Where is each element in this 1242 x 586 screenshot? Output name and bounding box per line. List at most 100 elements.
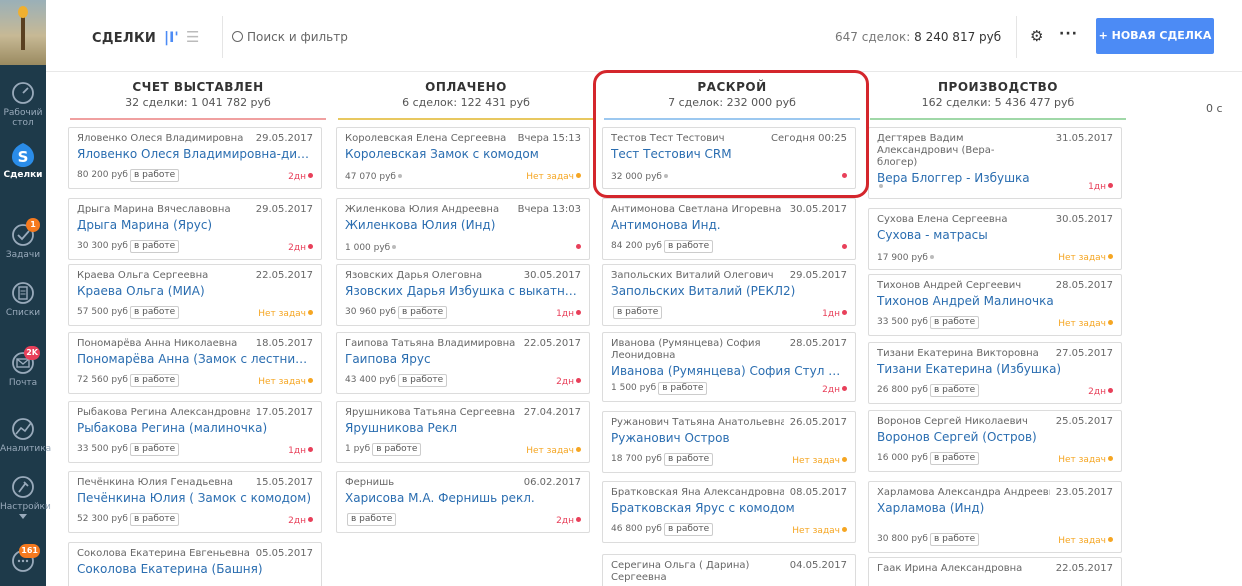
card-task-status[interactable]: 2дн <box>288 172 313 182</box>
more-options-icon[interactable]: ··· <box>1059 26 1078 42</box>
card-deal-name[interactable]: Дрыга Марина (Ярус) <box>77 218 313 233</box>
gear-icon[interactable]: ⚙ <box>1030 27 1043 45</box>
card-deal-name[interactable]: Ярушникова Рекл <box>345 421 581 436</box>
card-task-status[interactable]: 2дн <box>288 243 313 253</box>
card-deal-name[interactable]: Яловенко Олеся Владимировна-диз.28 <box>77 147 313 162</box>
column-header[interactable]: ОПЛАЧЕНО 6 сделок: 122 431 руб <box>334 72 598 120</box>
deal-card[interactable]: Рыбакова Регина Александровна 17.05.2017 Р… <box>68 401 322 463</box>
search-filter-input[interactable]: Поиск и фильтр <box>232 30 348 44</box>
card-deal-name[interactable]: Тихонов Андрей Малиночка <box>877 294 1113 309</box>
card-deal-name[interactable]: Ружанович Остров <box>611 431 847 446</box>
card-task-status[interactable]: Нет задач <box>258 377 313 387</box>
settings-expand-caret-icon[interactable] <box>19 514 27 519</box>
column-header[interactable]: ПРОИЗВОДСТВО 162 сделки: 5 436 477 руб <box>866 72 1130 120</box>
card-deal-name[interactable]: Краева Ольга (МИА) <box>77 284 313 299</box>
deal-card[interactable]: Королевская Елена Сергеевна Вчера 15:13 Ко… <box>336 127 590 189</box>
deal-card[interactable]: Гаипова Татьяна Владимировна 22.05.2017 Га… <box>336 332 590 394</box>
column-header[interactable]: СЧЕТ ВЫСТАВЛЕН 32 сделки: 1 041 782 руб <box>66 72 330 120</box>
card-status-tag[interactable]: в работе <box>372 443 422 456</box>
card-status-tag[interactable]: в работе <box>129 306 180 319</box>
card-deal-name[interactable]: Вера Блоггер - Избушка <box>877 171 1113 186</box>
list-view-icon[interactable]: ☰ <box>186 28 199 46</box>
deal-card[interactable]: Сухова Елена Сергеевна 30.05.2017 Сухова -… <box>868 208 1122 270</box>
new-deal-button[interactable]: + НОВАЯ СДЕЛКА <box>1096 18 1214 54</box>
card-deal-name[interactable]: Гаипова Ярус <box>345 352 581 367</box>
card-task-status[interactable]: 1дн <box>1088 182 1113 192</box>
card-deal-name[interactable]: Харисова М.А. Фернишь рекл. <box>345 491 581 506</box>
deal-card[interactable]: Тихонов Андрей Сергеевич 28.05.2017 Тихоно… <box>868 274 1122 336</box>
card-deal-name[interactable]: Тизани Екатерина (Избушка) <box>877 362 1113 377</box>
deal-card[interactable]: Гаак Ирина Александровна 22.05.2017 <box>868 557 1122 586</box>
card-task-status[interactable]: Нет задач <box>792 456 847 466</box>
deal-card[interactable]: Тизани Екатерина Викторовна 27.05.2017 Тиз… <box>868 342 1122 404</box>
card-status-tag[interactable]: в работе <box>929 316 980 329</box>
card-status-tag[interactable]: в работе <box>129 169 180 182</box>
card-task-status[interactable]: 1дн <box>822 309 847 319</box>
deal-card[interactable]: Фернишь 06.02.2017 Харисова М.А. Фернишь р… <box>336 471 590 533</box>
card-deal-name[interactable]: Антимонова Инд. <box>611 218 847 233</box>
card-deal-name[interactable]: Пономарёва Анна (Замок с лестницей-... <box>77 352 313 367</box>
card-status-tag[interactable]: в работе <box>663 240 714 253</box>
company-logo[interactable] <box>0 0 46 65</box>
deal-card[interactable]: Соколова Екатерина Евгеньевна 05.05.2017 С… <box>68 542 322 586</box>
card-status-tag[interactable]: в работе <box>929 384 980 397</box>
card-task-status[interactable]: Нет задач <box>792 526 847 536</box>
card-task-status[interactable]: 2дн <box>288 516 313 526</box>
card-status-tag[interactable]: в работе <box>129 443 180 456</box>
card-deal-name[interactable]: Запольских Виталий (РЕКЛ2) <box>611 284 847 299</box>
card-task-status[interactable]: Нет задач <box>1058 319 1113 329</box>
pipeline-view-icon[interactable]: |I' <box>164 30 179 46</box>
card-status-tag[interactable]: в работе <box>929 533 980 546</box>
card-status-tag[interactable]: в работе <box>929 452 980 465</box>
card-task-status[interactable]: 2дн <box>556 516 581 526</box>
card-status-tag[interactable]: в работе <box>347 513 397 526</box>
card-deal-name[interactable]: Сухова - матрасы <box>877 228 1113 243</box>
card-task-status[interactable]: 2дн <box>1088 387 1113 397</box>
deal-card[interactable]: Дрыга Марина Вячеславовна 29.05.2017 Дрыга… <box>68 198 322 260</box>
nav-analytics[interactable]: Аналитика <box>0 416 51 454</box>
card-task-status[interactable]: Нет задач <box>1058 253 1113 263</box>
card-status-tag[interactable]: в работе <box>397 374 448 387</box>
deal-card[interactable]: Серегина Ольга ( Дарина) Сергеевна 04.05.… <box>602 554 856 586</box>
card-status-tag[interactable]: в работе <box>129 240 180 253</box>
card-task-status[interactable]: 1дн <box>288 446 313 456</box>
card-deal-name[interactable]: Харламова (Инд) <box>877 501 1113 516</box>
card-task-status[interactable]: 2дн <box>822 385 847 395</box>
nav-settings[interactable]: Настройки <box>0 474 51 519</box>
card-task-status[interactable]: Нет задач <box>526 172 581 182</box>
card-task-status[interactable] <box>840 243 847 253</box>
card-task-status[interactable]: 1дн <box>556 309 581 319</box>
deal-card[interactable]: Дегтярев Вадим Александрович (Вера-блоге… <box>868 127 1122 199</box>
nav-dashboard[interactable]: Рабочий стол <box>0 80 46 128</box>
card-status-tag[interactable]: в работе <box>129 374 180 387</box>
deal-card[interactable]: Запольских Виталий Олегович 29.05.2017 Зап… <box>602 264 856 326</box>
card-task-status[interactable] <box>574 243 581 253</box>
card-deal-name[interactable]: Язовских Дарья Избушка с выкатным <box>345 284 581 299</box>
nav-chat[interactable]: 161 <box>0 544 46 576</box>
deal-card[interactable]: Иванова (Румянцева) София Леонидовна 28.0… <box>602 332 856 402</box>
deal-card[interactable]: Харламова Александра Андреевна 23.05.2017… <box>868 481 1122 553</box>
card-deal-name[interactable]: Печёнкина Юлия ( Замок с комодом) <box>77 491 313 506</box>
card-deal-name[interactable]: Соколова Екатерина (Башня) <box>77 562 313 577</box>
deal-card[interactable]: Братковская Яна Александровна 08.05.2017 Б… <box>602 481 856 543</box>
nav-mail[interactable]: 2K Почта <box>0 346 46 388</box>
deal-card[interactable]: Антимонова Светлана Игоревна 30.05.2017 Ан… <box>602 198 856 260</box>
deal-card[interactable]: Язовских Дарья Олеговна 30.05.2017 Язовски… <box>336 264 590 326</box>
card-status-tag[interactable]: в работе <box>663 453 714 466</box>
nav-lists[interactable]: Списки <box>0 280 46 318</box>
card-status-tag[interactable]: в работе <box>397 306 448 319</box>
card-task-status[interactable]: 2дн <box>556 377 581 387</box>
card-status-tag[interactable]: в работе <box>613 306 663 319</box>
nav-deals[interactable]: S Сделки <box>0 142 46 180</box>
card-status-tag[interactable]: в работе <box>663 523 714 536</box>
card-task-status[interactable]: Нет задач <box>1058 536 1113 546</box>
deal-card[interactable]: Ярушникова Татьяна Сергеевна 27.04.2017 Яр… <box>336 401 590 463</box>
card-deal-name[interactable]: Королевская Замок с комодом <box>345 147 581 162</box>
deal-card[interactable]: Пономарёва Анна Николаевна 18.05.2017 Поно… <box>68 332 322 394</box>
card-task-status[interactable]: Нет задач <box>258 309 313 319</box>
card-status-tag[interactable]: в работе <box>658 382 708 395</box>
card-deal-name[interactable]: Воронов Сергей (Остров) <box>877 430 1113 445</box>
card-status-tag[interactable]: в работе <box>129 513 180 526</box>
deal-card[interactable]: Воронов Сергей Николаевич 25.05.2017 Ворон… <box>868 410 1122 472</box>
nav-tasks[interactable]: 1 Задачи <box>0 218 46 260</box>
